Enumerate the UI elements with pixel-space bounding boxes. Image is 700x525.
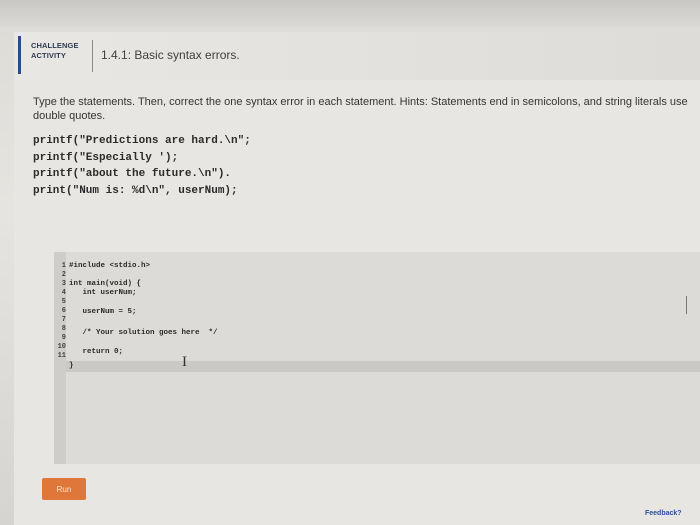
sample-statement: printf("about the future.\n"). (33, 168, 232, 180)
browser-top-strip (0, 0, 700, 28)
line-number: 9 (61, 334, 66, 342)
editor-code-line[interactable]: userNum = 5; (69, 308, 137, 316)
line-number: 2 (61, 271, 66, 279)
sample-statement: printf("Especially '); (33, 151, 179, 164)
line-number: 10 (57, 343, 66, 351)
line-number: 6 (61, 307, 66, 315)
editor-code-line[interactable]: int main(void) { (69, 280, 141, 288)
sample-statement: printf("Predictions are hard.\n"; (33, 135, 251, 147)
editor-code-line[interactable]: return 0; (69, 348, 124, 356)
line-number-gutter: 1 2 3 4 5 6 7 8 9 10 11 (54, 252, 66, 464)
line-number: 3 (61, 280, 66, 288)
challenge-label-line1: CHALLENGE (31, 41, 79, 50)
editor-code-line[interactable]: #include <stdio.h> (69, 262, 150, 270)
line-number: 1 (61, 262, 66, 270)
sample-statements: printf("Predictions are hard.\n"; printf… (33, 133, 251, 199)
side-panel-divider (686, 296, 687, 314)
run-button[interactable]: Run (42, 478, 86, 500)
line-number: 11 (57, 352, 66, 360)
sample-statement: print("Num is: %d\n", userNum); (33, 184, 238, 197)
line-number: 7 (61, 316, 66, 324)
challenge-label-line2: ACTIVITY (31, 51, 66, 60)
code-editor[interactable] (54, 252, 700, 464)
editor-code-line[interactable]: int userNum; (69, 289, 137, 297)
active-line-highlight (54, 361, 700, 372)
editor-code-line[interactable]: /* Your solution goes here */ (69, 329, 218, 337)
editor-code-line[interactable]: } (69, 362, 74, 370)
feedback-link[interactable]: Feedback? (645, 510, 682, 517)
header-accent-bar (18, 36, 21, 74)
line-number: 5 (61, 298, 66, 306)
line-number: 8 (61, 325, 66, 333)
activity-title: 1.4.1: Basic syntax errors. (101, 48, 240, 62)
challenge-activity-label: CHALLENGE ACTIVITY (31, 41, 91, 61)
line-number: 4 (61, 289, 66, 297)
instructions-text: Type the statements. Then, correct the o… (33, 96, 688, 122)
text-cursor-icon: I (182, 354, 187, 370)
header-divider (92, 40, 93, 72)
